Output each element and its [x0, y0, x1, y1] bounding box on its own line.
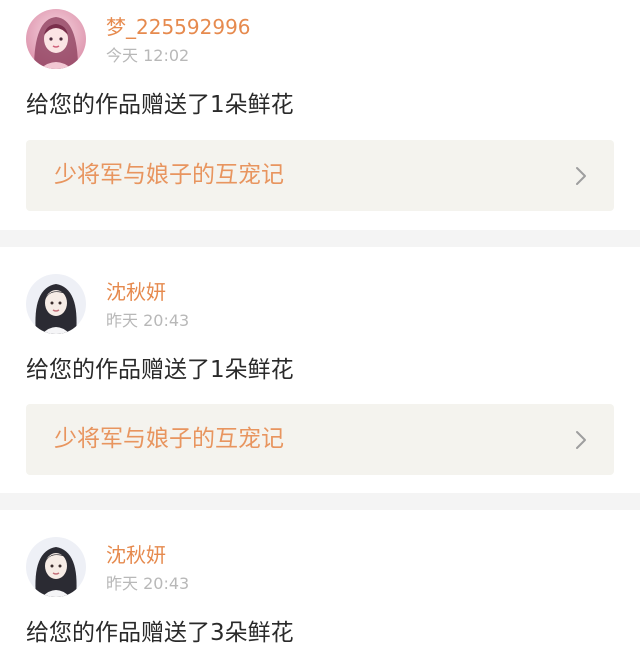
notification-card: 梦_225592996 今天 12:02 给您的作品赠送了1朵鲜花 少将军与娘子…: [0, 0, 640, 230]
avatar[interactable]: [26, 537, 86, 597]
chevron-right-icon: [576, 431, 586, 449]
chevron-right-icon: [576, 167, 586, 185]
gift-message: 给您的作品赠送了1朵鲜花: [26, 357, 294, 383]
user-avatar-dark-hair-icon: [26, 274, 86, 334]
gift-message: 给您的作品赠送了3朵鲜花: [26, 620, 294, 646]
avatar[interactable]: [26, 274, 86, 334]
work-link[interactable]: 少将军与娘子的互宠记: [26, 140, 614, 211]
notification-card: 沈秋妍 昨天 20:43 给您的作品赠送了1朵鲜花 少将军与娘子的互宠记: [0, 247, 640, 493]
avatar[interactable]: [26, 9, 86, 69]
timestamp: 昨天 20:43: [106, 574, 190, 593]
work-title: 少将军与娘子的互宠记: [54, 162, 284, 188]
user-avatar-pink-icon: [26, 9, 86, 69]
username[interactable]: 沈秋妍: [106, 543, 166, 567]
work-link[interactable]: 少将军与娘子的互宠记: [26, 404, 614, 475]
notification-feed: 梦_225592996 今天 12:02 给您的作品赠送了1朵鲜花 少将军与娘子…: [0, 0, 640, 649]
username[interactable]: 梦_225592996: [106, 15, 251, 39]
username[interactable]: 沈秋妍: [106, 280, 166, 304]
gift-message: 给您的作品赠送了1朵鲜花: [26, 92, 294, 118]
timestamp: 今天 12:02: [106, 46, 190, 65]
work-title: 少将军与娘子的互宠记: [54, 426, 284, 452]
timestamp: 昨天 20:43: [106, 311, 190, 330]
notification-card: 沈秋妍 昨天 20:43 给您的作品赠送了3朵鲜花: [0, 510, 640, 649]
user-avatar-dark-hair-icon: [26, 537, 86, 597]
